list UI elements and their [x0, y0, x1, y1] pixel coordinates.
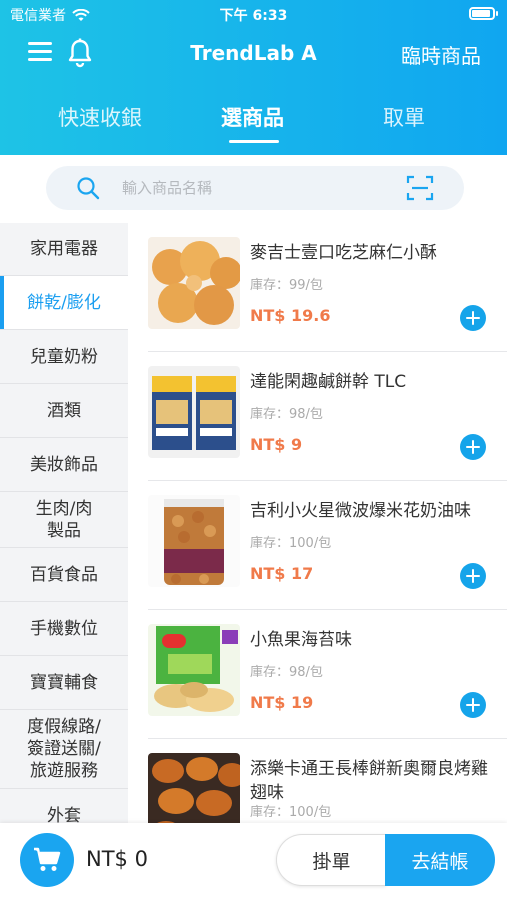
topbar: TrendLab A 臨時商品 — [0, 34, 507, 74]
tab-quick-checkout[interactable]: 快速收銀 — [58, 102, 142, 132]
cart-icon — [34, 847, 61, 871]
sidebar-category-label: 美妝飾品 — [30, 454, 98, 475]
sidebar-category-label: 外套 — [47, 805, 81, 824]
sidebar-category-label: 度假線路/ 簽證送關/ 旅遊服務 — [27, 717, 101, 781]
checkout-button[interactable]: 去結帳 — [385, 834, 495, 886]
tab-bar: 快速收銀 選商品 取單 — [0, 96, 507, 146]
tab-retrieve-order[interactable]: 取單 — [383, 102, 425, 132]
sidebar-category-label: 百貨食品 — [30, 564, 98, 585]
product-price: NT$ 19.6 — [250, 306, 331, 325]
bottom-bar: NT$ 0 掛單 去結帳 — [0, 823, 507, 900]
sidebar-category-label: 寶寶輔食 — [30, 672, 98, 693]
status-time: 下午 6:33 — [219, 8, 288, 24]
sidebar-category-item[interactable]: 酒類 — [0, 384, 128, 438]
cart-button[interactable] — [20, 833, 74, 887]
cart-total: NT$ 0 — [86, 847, 148, 871]
product-price: NT$ 19 — [250, 693, 314, 712]
product-item[interactable]: 小魚果海苔味庫存：98/包 NT$ 19 — [148, 610, 507, 739]
product-image — [148, 624, 240, 716]
add-to-cart-icon[interactable] — [460, 305, 486, 331]
product-name: 吉利小火星微波爆米花奶油味 — [250, 501, 471, 521]
sidebar-category-item[interactable]: 家用電器 — [0, 223, 128, 276]
sidebar-category-label: 手機數位 — [30, 618, 98, 639]
header: 電信業者 下午 6:33 TrendLab A 臨時商品 快速收銀 選商品 取單 — [0, 0, 507, 155]
product-name: 麥吉士壹口吃芝麻仁小酥 — [250, 243, 437, 263]
product-name: 添樂卡通王長棒餅新奧爾良烤雞翅味 — [250, 759, 488, 803]
sidebar-category-item[interactable]: 外套 — [0, 789, 128, 824]
product-stock: 庫存：100/包 — [250, 805, 332, 820]
sidebar-category-item[interactable]: 手機數位 — [0, 602, 128, 656]
product-stock: 庫存：100/包 — [250, 536, 332, 551]
sidebar-category-item[interactable]: 生肉/肉 製品 — [0, 492, 128, 548]
product-stock: 庫存：99/包 — [250, 278, 323, 293]
product-item[interactable]: 吉利小火星微波爆米花奶油味庫存：100/包 NT$ 17 — [148, 481, 507, 610]
product-image — [148, 495, 240, 587]
battery-fill — [472, 10, 490, 17]
sidebar-category-item[interactable]: 度假線路/ 簽證送關/ 旅遊服務 — [0, 710, 128, 789]
add-to-cart-icon[interactable] — [460, 692, 486, 718]
product-list: 麥吉士壹口吃芝麻仁小酥庫存：99/包 NT$ 19.6 達能閑趣鹹餅幹 TLC 庫存：… — [128, 223, 507, 823]
sidebar-category-item[interactable]: 美妝飾品 — [0, 438, 128, 492]
status-bar: 電信業者 下午 6:33 — [0, 0, 507, 28]
sidebar-category-item[interactable]: 寶寶輔食 — [0, 656, 128, 710]
temp-item-button[interactable]: 臨時商品 — [401, 40, 481, 69]
sidebar-category-item[interactable]: 兒童奶粉 — [0, 330, 128, 384]
product-image — [148, 366, 240, 458]
tab-select-products[interactable]: 選商品 — [221, 102, 284, 132]
search-input[interactable] — [122, 176, 382, 200]
product-item[interactable]: 達能閑趣鹹餅幹 TLC 庫存：98/包 NT$ 9 — [148, 352, 507, 481]
battery-icon — [469, 7, 498, 20]
product-name: 達能閑趣鹹餅幹 TLC — [250, 372, 407, 392]
sidebar-category-item[interactable]: 餅乾/膨化 — [0, 276, 128, 330]
hold-order-button[interactable]: 掛單 — [276, 834, 386, 886]
product-image — [148, 237, 240, 329]
product-name: 小魚果海苔味 — [250, 630, 352, 650]
sidebar-category-item[interactable]: 百貨食品 — [0, 548, 128, 602]
add-to-cart-icon[interactable] — [460, 563, 486, 589]
sidebar-category-label: 生肉/肉 製品 — [35, 498, 93, 541]
sidebar-category-label: 兒童奶粉 — [30, 346, 98, 367]
active-tab-indicator — [229, 140, 279, 143]
product-stock: 庫存：98/包 — [250, 407, 323, 422]
sidebar-category-label: 家用電器 — [30, 239, 98, 259]
product-price: NT$ 17 — [250, 564, 314, 583]
search-bar — [46, 166, 464, 210]
product-image — [148, 753, 240, 823]
add-to-cart-icon[interactable] — [460, 434, 486, 460]
search-icon — [77, 177, 100, 200]
product-stock: 庫存：98/包 — [250, 665, 323, 680]
product-price: NT$ 9 — [250, 435, 303, 454]
category-sidebar: 家用電器餅乾/膨化兒童奶粉酒類美妝飾品生肉/肉 製品百貨食品手機數位寶寶輔食度假… — [0, 223, 128, 823]
product-item[interactable]: 添樂卡通王長棒餅新奧爾良烤雞翅味庫存：100/包 — [148, 739, 507, 823]
sidebar-category-label: 餅乾/膨化 — [27, 292, 101, 313]
product-item[interactable]: 麥吉士壹口吃芝麻仁小酥庫存：99/包 NT$ 19.6 — [148, 223, 507, 352]
scan-icon[interactable] — [406, 175, 434, 201]
sidebar-category-label: 酒類 — [47, 400, 81, 421]
